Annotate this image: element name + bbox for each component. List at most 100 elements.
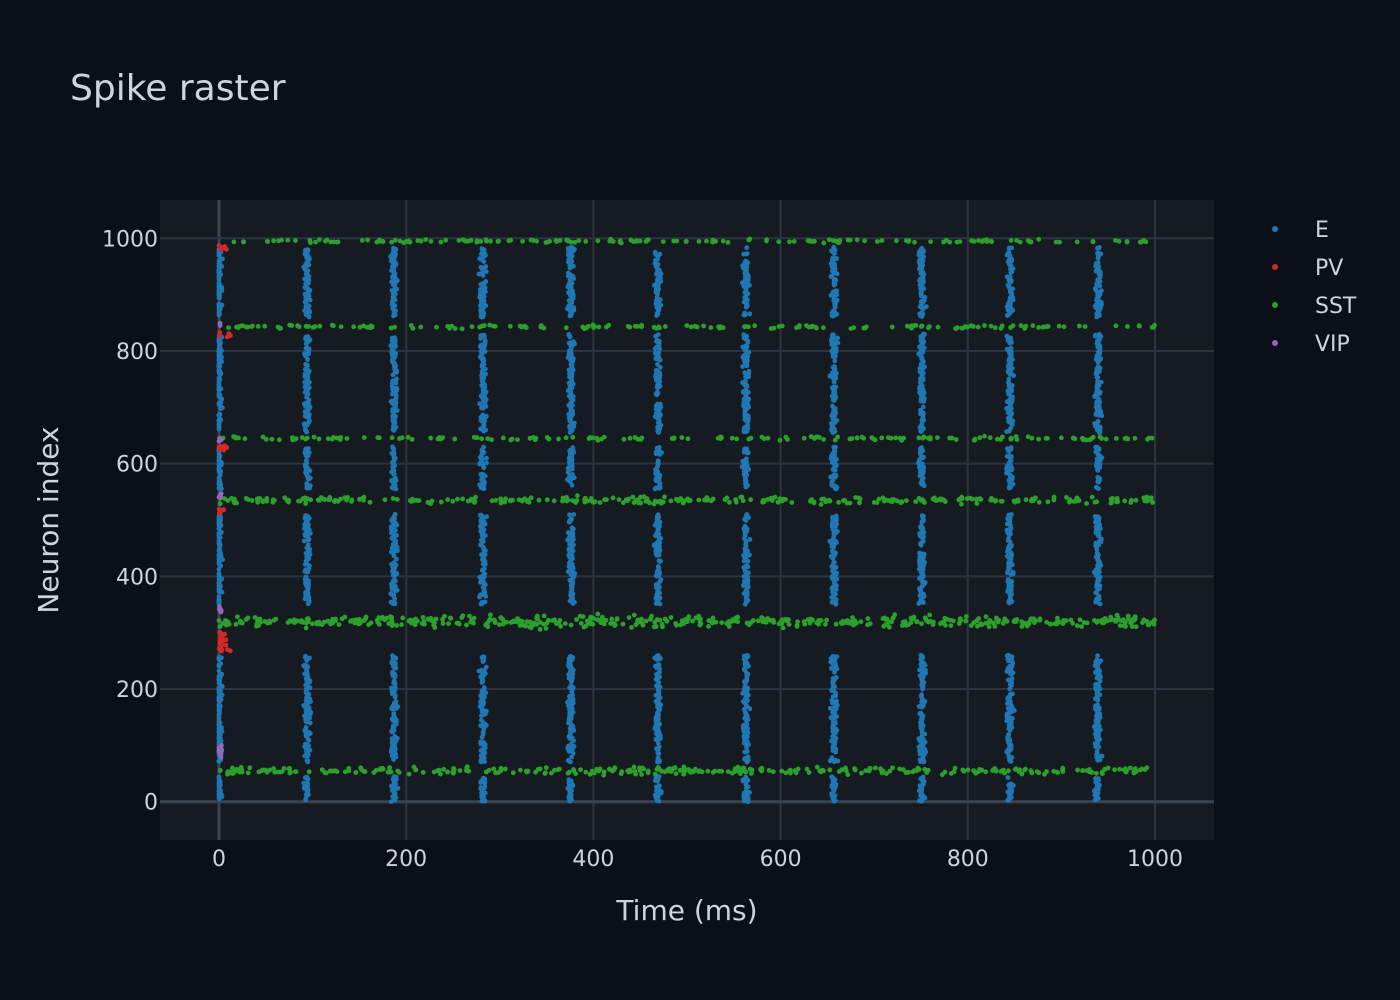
spike-point-e: [480, 678, 486, 683]
spike-point-e: [656, 745, 662, 750]
spike-point-e: [478, 290, 483, 295]
spike-point-e: [566, 787, 572, 792]
spike-point-e: [657, 365, 663, 370]
spike-point-e: [304, 775, 310, 781]
spike-point-e: [921, 279, 926, 285]
spike-point-e: [1008, 723, 1014, 729]
spike-point-e: [656, 798, 662, 804]
spike-point-e: [304, 669, 309, 674]
spike-point-e: [656, 514, 662, 520]
spike-point-e: [391, 778, 397, 784]
spike-point-e: [483, 279, 489, 284]
spike-point-e: [917, 344, 922, 350]
spike-point-e: [744, 259, 750, 265]
spike-point-e: [743, 539, 749, 544]
spike-point-sst: [788, 770, 793, 776]
spike-point-e: [307, 551, 313, 557]
spike-point-sst: [631, 764, 637, 770]
spike-point-e: [742, 295, 748, 300]
spike-point-e: [218, 697, 224, 703]
spike-point-e: [744, 742, 750, 748]
spike-point-e: [744, 693, 750, 699]
spike-point-e: [1007, 275, 1013, 281]
spike-point-e: [302, 266, 308, 272]
spike-point-e: [1095, 653, 1100, 659]
spike-point-e: [216, 382, 222, 388]
spike-point-e: [655, 428, 661, 434]
spike-point-e: [1097, 245, 1102, 250]
spike-point-e: [304, 390, 309, 396]
spike-point-e: [301, 538, 307, 544]
spike-point-e: [302, 374, 308, 379]
spike-point-e: [567, 537, 573, 542]
spike-point-e: [306, 336, 311, 342]
spike-point-e: [742, 290, 748, 295]
spike-point-e: [1093, 669, 1099, 675]
spike-point-sst: [230, 771, 236, 776]
spike-point-sst: [225, 771, 230, 777]
spike-point-e: [919, 305, 925, 310]
spike-point-e: [920, 471, 926, 477]
spike-point-e: [742, 526, 748, 532]
spike-point-e: [745, 799, 751, 805]
spike-point-e: [1007, 757, 1012, 763]
spike-point-e: [216, 656, 222, 662]
spike-point-e: [220, 256, 225, 262]
spike-point-e: [216, 680, 222, 686]
spike-point-e: [742, 425, 748, 430]
spike-point-e: [918, 424, 924, 430]
spike-point-e: [919, 729, 925, 735]
spike-point-e: [830, 549, 835, 554]
spike-point-e: [304, 274, 310, 280]
spike-point-e: [744, 245, 750, 251]
spike-point-e: [920, 558, 926, 564]
spike-point-sst: [245, 770, 251, 776]
spike-point-e: [1096, 558, 1102, 564]
spike-point-e: [743, 484, 749, 490]
spike-point-e: [743, 774, 749, 780]
spike-point-e: [393, 699, 399, 704]
spike-point-sst: [495, 770, 501, 775]
spike-point-e: [1009, 365, 1015, 371]
spike-point-e: [480, 273, 486, 278]
spike-point-e: [920, 404, 926, 410]
spike-point-e: [1007, 718, 1013, 724]
spike-point-sst: [543, 765, 549, 770]
spike-point-e: [568, 347, 574, 353]
spike-point-sst: [1137, 767, 1143, 773]
spike-point-e: [217, 341, 223, 347]
spike-point-e: [657, 707, 663, 712]
spike-point-e: [1006, 789, 1012, 795]
spike-point-e: [920, 754, 926, 760]
spike-point-sst: [732, 766, 738, 772]
spike-point-e: [391, 427, 396, 433]
spike-point-e: [571, 542, 576, 548]
spike-point-e: [1006, 561, 1011, 567]
spike-point-e: [744, 758, 749, 764]
spike-point-sst: [457, 768, 463, 773]
spike-point-e: [570, 667, 576, 673]
spike-point-sst: [592, 770, 597, 776]
spike-point-e: [478, 303, 484, 309]
spike-point-e: [303, 578, 309, 584]
spike-point-sst: [523, 768, 529, 774]
spike-point-e: [216, 702, 222, 708]
spike-point-e: [216, 312, 222, 318]
spike-point-e: [654, 731, 659, 737]
spike-point-e: [392, 390, 398, 396]
spike-point-e: [569, 253, 575, 259]
spike-point-e: [657, 669, 662, 675]
spike-point-e: [482, 334, 487, 339]
spike-point-e: [833, 693, 838, 699]
spike-point-e: [393, 661, 398, 666]
spike-point-sst: [567, 769, 572, 775]
spike-point-e: [830, 572, 836, 578]
spike-point-e: [566, 455, 572, 461]
spike-point-e: [1007, 485, 1013, 490]
spike-point-e: [1008, 458, 1014, 463]
spike-point-e: [568, 372, 573, 377]
spike-point-e: [216, 284, 222, 290]
spike-point-sst: [793, 770, 799, 776]
spike-point-e: [1005, 312, 1011, 318]
spike-point-e: [1009, 383, 1015, 388]
